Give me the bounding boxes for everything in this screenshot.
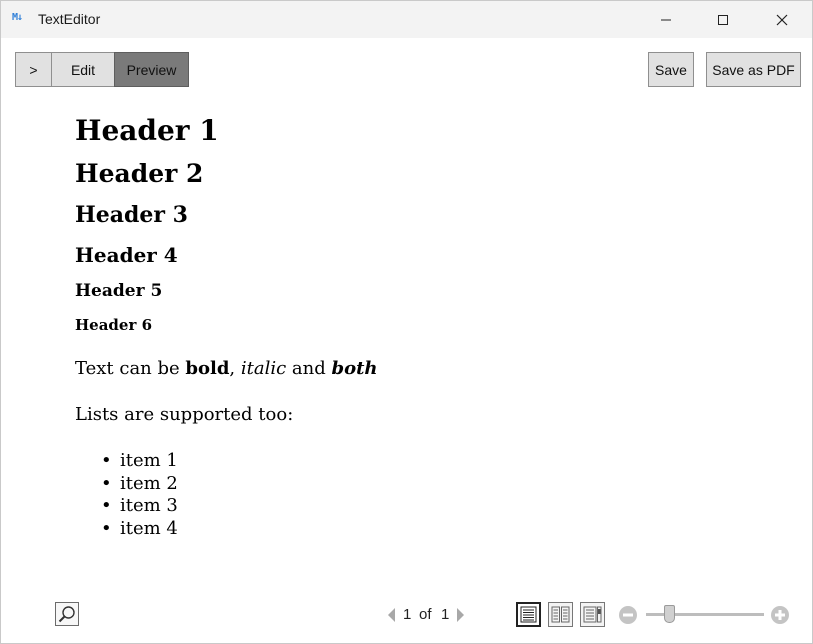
total-pages: 1 (441, 606, 450, 623)
page-of-label: of (419, 606, 432, 623)
heading-3: Header 3 (75, 202, 188, 228)
search-icon (58, 606, 75, 623)
para-text: and (286, 358, 332, 379)
search-button[interactable] (55, 602, 79, 626)
next-page-button[interactable] (456, 607, 465, 627)
formatting-paragraph: Text can be bold, italic and both (75, 358, 377, 379)
single-page-view-icon (520, 606, 537, 623)
list-item-text: item 1 (120, 450, 178, 471)
list-item: • item 4 (75, 518, 178, 541)
heading-1: Header 1 (75, 114, 219, 147)
list-item: • item 1 (75, 450, 178, 473)
toggle-panel-button[interactable]: > (15, 52, 52, 87)
zoom-out-icon (619, 606, 637, 624)
heading-6: Header 6 (75, 316, 153, 334)
list-item: • item 2 (75, 473, 178, 496)
bullet-list: • item 1 • item 2 • item 3 • item 4 (75, 450, 178, 540)
scroll-view-button[interactable] (580, 602, 605, 627)
bullet: • (101, 495, 112, 516)
zoom-out-button[interactable] (618, 605, 638, 630)
close-button[interactable] (759, 1, 805, 38)
bullet: • (101, 517, 112, 539)
zoom-slider-thumb[interactable] (664, 605, 676, 623)
minimize-icon (661, 19, 671, 20)
heading-2: Header 2 (75, 159, 204, 188)
bold-text: bold (185, 358, 230, 379)
markdown-app-icon: M↓ (12, 12, 23, 23)
current-page: 1 (403, 606, 412, 623)
previous-page-button[interactable] (387, 607, 396, 627)
minimize-button[interactable] (643, 1, 689, 38)
single-page-view-button[interactable] (516, 602, 541, 627)
heading-4: Header 4 (75, 243, 178, 267)
chevron-left-icon (388, 608, 395, 622)
zoom-in-button[interactable] (770, 605, 790, 630)
maximize-icon (718, 14, 728, 25)
maximize-button[interactable] (700, 1, 746, 38)
bullet: • (101, 472, 112, 494)
chevron-right-icon (457, 608, 464, 622)
list-item: • item 3 (75, 495, 178, 518)
scroll-view-icon (583, 606, 602, 623)
bullet: • (101, 450, 112, 471)
zoom-in-icon (771, 606, 789, 624)
italic-text: italic (240, 358, 287, 379)
save-button[interactable]: Save (648, 52, 694, 87)
list-item-text: item 3 (120, 495, 178, 516)
list-item-text: item 4 (120, 517, 178, 539)
two-page-view-button[interactable] (548, 602, 573, 627)
para-text: Text can be (75, 358, 186, 379)
lists-paragraph: Lists are supported too: (75, 404, 294, 425)
para-text: , (229, 358, 241, 379)
close-icon (776, 14, 788, 25)
preview-mode-button[interactable]: Preview (114, 52, 189, 87)
window-title: TextEditor (38, 11, 101, 27)
edit-mode-button[interactable]: Edit (51, 52, 115, 87)
heading-5: Header 5 (75, 281, 163, 301)
title-bar: M↓ TextEditor (1, 1, 812, 38)
save-as-pdf-button[interactable]: Save as PDF (706, 52, 801, 87)
list-item-text: item 2 (120, 472, 178, 494)
two-page-view-icon (551, 606, 570, 623)
bold-italic-text: both (331, 358, 378, 379)
